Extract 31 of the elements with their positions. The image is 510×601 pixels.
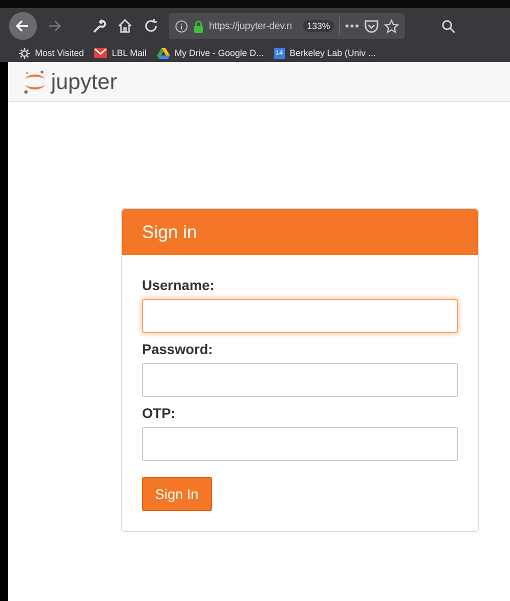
input-field[interactable] bbox=[142, 363, 458, 397]
more-icon[interactable] bbox=[345, 24, 359, 28]
info-icon[interactable] bbox=[175, 20, 188, 32]
forward-icon[interactable] bbox=[47, 18, 63, 34]
url-text: https://jupyter-dev.n bbox=[209, 20, 293, 32]
zoom-level[interactable]: 133% bbox=[302, 20, 334, 32]
bookmark-link[interactable]: Most Visited bbox=[35, 48, 84, 58]
card-title: Sign in bbox=[142, 222, 198, 242]
back-button[interactable] bbox=[9, 12, 37, 40]
field-label: OTP: bbox=[142, 405, 176, 421]
pocket-icon[interactable] bbox=[364, 19, 379, 33]
input-field[interactable] bbox=[142, 427, 458, 461]
reload-icon[interactable] bbox=[143, 18, 159, 34]
field-label: Password: bbox=[142, 341, 214, 357]
back-arrow-icon bbox=[15, 18, 31, 34]
bookmark-link[interactable]: Berkeley Lab (Univ ... bbox=[290, 48, 376, 58]
field-label: Username: bbox=[142, 277, 216, 293]
input-field[interactable] bbox=[142, 299, 458, 333]
logo-text: jupyter bbox=[51, 68, 118, 94]
wrench-icon[interactable] bbox=[91, 18, 107, 34]
jupyter-logo-icon bbox=[23, 68, 47, 94]
bookmark-link[interactable]: My Drive - Google D... bbox=[174, 48, 264, 58]
triangle-logo-icon bbox=[156, 48, 170, 58]
address-bar[interactable]: https://jupyter-dev.n 133% bbox=[169, 13, 405, 39]
search-icon[interactable] bbox=[441, 18, 456, 34]
gear-icon bbox=[19, 48, 30, 58]
lock-icon bbox=[193, 20, 204, 32]
bookmark-link[interactable]: LBL Mail bbox=[112, 48, 147, 58]
mail-icon bbox=[94, 48, 107, 58]
star-icon[interactable] bbox=[384, 18, 399, 34]
home-icon[interactable] bbox=[117, 18, 133, 34]
